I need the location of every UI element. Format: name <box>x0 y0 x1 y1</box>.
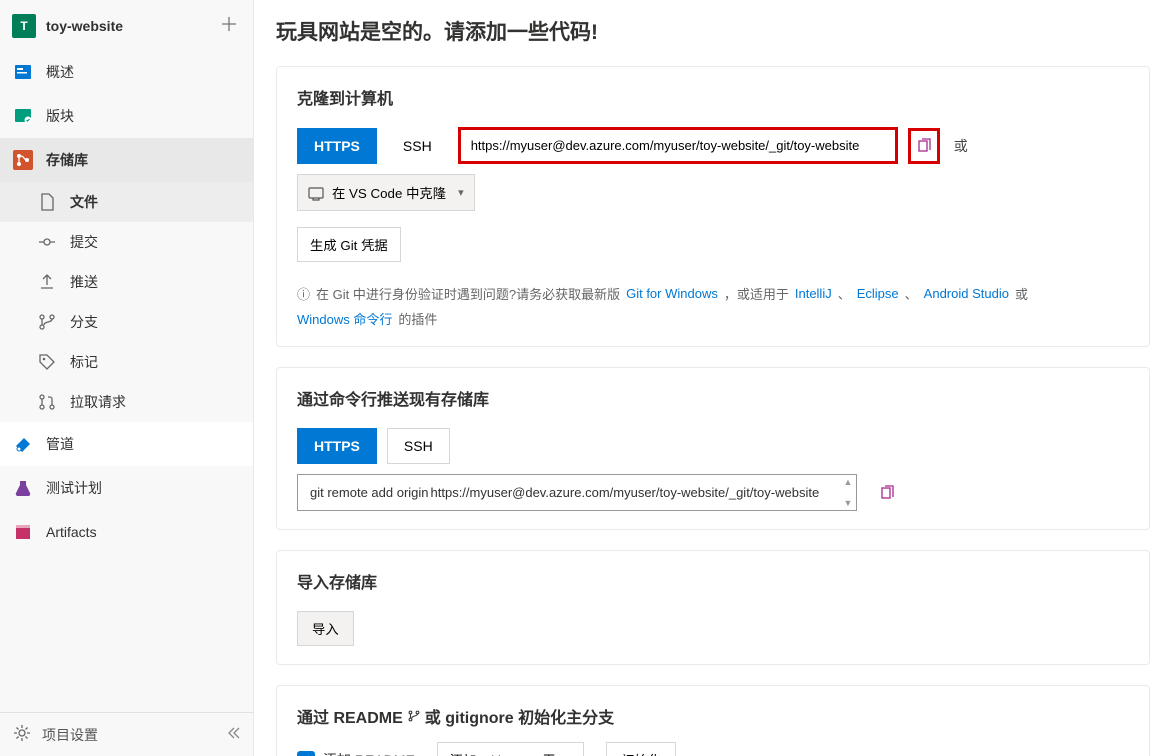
tab-https[interactable]: HTTPS <box>297 128 377 164</box>
vscode-icon <box>308 185 324 201</box>
sidebar-item-branches[interactable]: 分支 <box>0 302 253 342</box>
push-icon <box>36 271 58 293</box>
sidebar-item-commits[interactable]: 提交 <box>0 222 253 262</box>
sidebar-item-label: 标记 <box>70 352 98 372</box>
init-card: 通过 README 或 gitignore 初始化主分支 ✓ 添加 README… <box>276 685 1150 756</box>
file-icon <box>36 191 58 213</box>
initialize-button[interactable]: 初始化 <box>606 742 676 756</box>
sidebar-footer[interactable]: 项目设置 <box>0 712 253 756</box>
page-title: 玩具网站是空的。请添加一些代码! <box>276 16 1150 46</box>
gitignore-label: 添加 .gitignore: 无 <box>450 750 556 756</box>
git-for-windows-link[interactable]: Git for Windows <box>626 286 718 301</box>
sidebar-item-pushes[interactable]: 推送 <box>0 262 253 302</box>
copy-icon <box>916 138 932 154</box>
clone-help-text: ⓘ 在 Git 中进行身份验证时遇到问题?请务必获取最新版 Git for Wi… <box>297 284 1129 328</box>
import-title: 导入存储库 <box>297 569 1129 593</box>
clone-tab-row: HTTPS SSH 或 在 VS Code 中克隆 ▾ <box>297 127 1129 211</box>
sidebar-item-label: 测试计划 <box>46 478 102 498</box>
chevron-down-icon: ▾ <box>458 186 464 199</box>
project-settings-label: 项目设置 <box>42 725 98 745</box>
add-button[interactable] <box>217 15 241 38</box>
add-readme-label: 添加 README <box>323 750 415 756</box>
sidebar-item-label: 版块 <box>46 106 74 126</box>
import-button[interactable]: 导入 <box>297 611 354 646</box>
or-text: 或 <box>950 136 972 156</box>
commit-icon <box>36 231 58 253</box>
sidebar-item-label: 提交 <box>70 232 98 252</box>
checkbox-checked-icon: ✓ <box>297 751 315 756</box>
sidebar-item-label: 文件 <box>70 192 98 212</box>
sidebar: T toy-website 概述 版块 存储库 文件 提交 推送 <box>0 0 254 756</box>
windows-cli-link[interactable]: Windows 命令行 <box>297 309 392 328</box>
add-readme-checkbox[interactable]: ✓ 添加 README <box>297 750 415 756</box>
sidebar-item-pipelines[interactable]: 管道 <box>0 422 253 466</box>
sidebar-item-label: 存储库 <box>46 150 88 170</box>
sidebar-item-label: 推送 <box>70 272 98 292</box>
copy-icon <box>879 485 895 501</box>
sidebar-item-label: 管道 <box>46 434 74 454</box>
repos-icon <box>12 149 34 171</box>
tab-ssh[interactable]: SSH <box>387 129 448 163</box>
sidebar-item-pull-requests[interactable]: 拉取请求 <box>0 382 253 422</box>
sidebar-item-label: 分支 <box>70 312 98 332</box>
info-icon: ⓘ <box>297 284 310 303</box>
pipelines-icon <box>12 433 34 455</box>
main-content: 玩具网站是空的。请添加一些代码! 克隆到计算机 HTTPS SSH 或 在 VS… <box>254 0 1172 756</box>
copy-url-button[interactable] <box>908 128 940 164</box>
eclipse-link[interactable]: Eclipse <box>857 286 899 301</box>
branch-icon <box>36 311 58 333</box>
sidebar-header: T toy-website <box>0 0 253 50</box>
init-title: 通过 README 或 gitignore 初始化主分支 <box>297 704 1129 728</box>
push-command-prefix: git remote add origin <box>310 485 429 500</box>
tag-icon <box>36 351 58 373</box>
nav-section: 概述 版块 存储库 文件 提交 推送 分支 标记 <box>0 50 253 712</box>
sidebar-item-label: Artifacts <box>46 524 97 540</box>
sidebar-item-label: 拉取请求 <box>70 392 126 412</box>
sidebar-item-label: 概述 <box>46 62 74 82</box>
gear-icon <box>12 723 32 746</box>
push-title: 通过命令行推送现有存储库 <box>297 386 1129 410</box>
clone-title: 克隆到计算机 <box>297 85 1129 109</box>
vscode-label: 在 VS Code 中克隆 <box>332 183 446 202</box>
boards-icon <box>12 105 34 127</box>
push-tab-ssh[interactable]: SSH <box>387 428 450 464</box>
push-command-url: https://myuser@dev.azure.com/myuser/toy-… <box>431 485 820 500</box>
clone-url-input[interactable] <box>458 127 898 164</box>
push-command-row: git remote add origin https://myuser@dev… <box>297 474 1129 511</box>
init-row: ✓ 添加 README 添加 .gitignore: 无 ▾ 初始化 <box>297 742 1129 756</box>
sidebar-item-files[interactable]: 文件 <box>0 182 253 222</box>
sidebar-item-artifacts[interactable]: Artifacts <box>0 510 253 554</box>
push-tab-row: HTTPS SSH <box>297 428 1129 464</box>
branch-icon <box>407 709 421 723</box>
collapse-icon[interactable] <box>225 725 241 744</box>
plus-icon <box>221 16 237 32</box>
pr-icon <box>36 391 58 413</box>
clone-card: 克隆到计算机 HTTPS SSH 或 在 VS Code 中克隆 ▾ 生成 Gi… <box>276 66 1150 347</box>
push-tab-https[interactable]: HTTPS <box>297 428 377 464</box>
intellij-link[interactable]: IntelliJ <box>795 286 832 301</box>
android-studio-link[interactable]: Android Studio <box>924 286 1009 301</box>
sidebar-item-repos[interactable]: 存储库 <box>0 138 253 182</box>
import-card: 导入存储库 导入 <box>276 550 1150 665</box>
test-icon <box>12 477 34 499</box>
project-badge: T <box>12 14 36 38</box>
sidebar-item-tags[interactable]: 标记 <box>0 342 253 382</box>
clone-in-vscode-button[interactable]: 在 VS Code 中克隆 ▾ <box>297 174 475 211</box>
gitignore-dropdown[interactable]: 添加 .gitignore: 无 ▾ <box>437 742 584 756</box>
sidebar-item-test-plans[interactable]: 测试计划 <box>0 466 253 510</box>
overview-icon <box>12 61 34 83</box>
artifacts-icon <box>12 521 34 543</box>
copy-push-command-button[interactable] <box>871 475 903 511</box>
sidebar-item-boards[interactable]: 版块 <box>0 94 253 138</box>
push-command-box[interactable]: git remote add origin https://myuser@dev… <box>297 474 857 511</box>
scrollbar[interactable]: ▲▼ <box>842 477 854 508</box>
project-name[interactable]: toy-website <box>46 18 207 34</box>
push-card: 通过命令行推送现有存储库 HTTPS SSH git remote add or… <box>276 367 1150 530</box>
sidebar-item-overview[interactable]: 概述 <box>0 50 253 94</box>
generate-git-credentials-button[interactable]: 生成 Git 凭据 <box>297 227 401 262</box>
